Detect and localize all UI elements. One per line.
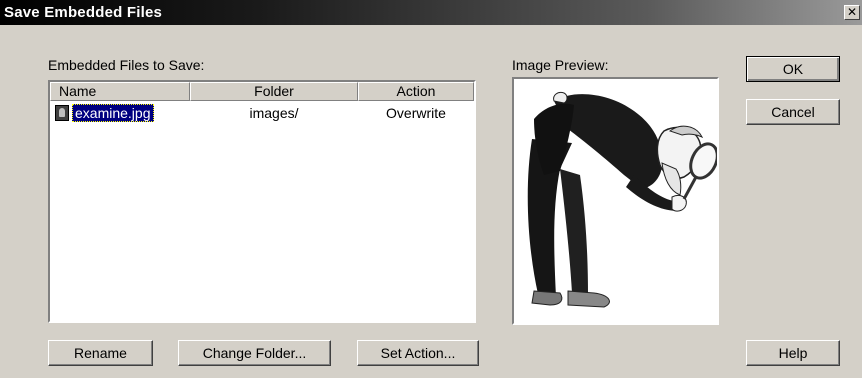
table-row[interactable]: examine.jpg images/ Overwrite	[50, 103, 474, 123]
action-cell: Overwrite	[386, 105, 446, 121]
column-header-name[interactable]: Name	[50, 82, 190, 101]
set-action-button[interactable]: Set Action...	[357, 340, 479, 366]
image-preview	[512, 77, 719, 325]
close-button[interactable]: ✕	[844, 5, 860, 20]
cancel-button[interactable]: Cancel	[746, 99, 840, 125]
embedded-files-label: Embedded Files to Save:	[48, 57, 205, 73]
window-title: Save Embedded Files	[4, 4, 163, 21]
column-header-folder[interactable]: Folder	[190, 82, 358, 101]
column-header-action[interactable]: Action	[358, 82, 474, 101]
file-name-cell[interactable]: examine.jpg	[72, 104, 154, 122]
folder-cell: images/	[249, 105, 299, 121]
image-file-icon	[55, 105, 69, 121]
rename-button[interactable]: Rename	[48, 340, 153, 366]
title-bar[interactable]: Save Embedded Files ✕	[0, 0, 862, 25]
list-header: Name Folder Action	[50, 82, 474, 101]
help-button[interactable]: Help	[746, 340, 840, 366]
embedded-files-list[interactable]: Name Folder Action examine.jpg images/ O…	[48, 80, 476, 323]
close-icon: ✕	[846, 5, 858, 19]
image-preview-label: Image Preview:	[512, 57, 609, 73]
man-with-magnifying-glass-image	[527, 92, 717, 308]
change-folder-button[interactable]: Change Folder...	[178, 340, 331, 366]
ok-button[interactable]: OK	[746, 56, 840, 82]
